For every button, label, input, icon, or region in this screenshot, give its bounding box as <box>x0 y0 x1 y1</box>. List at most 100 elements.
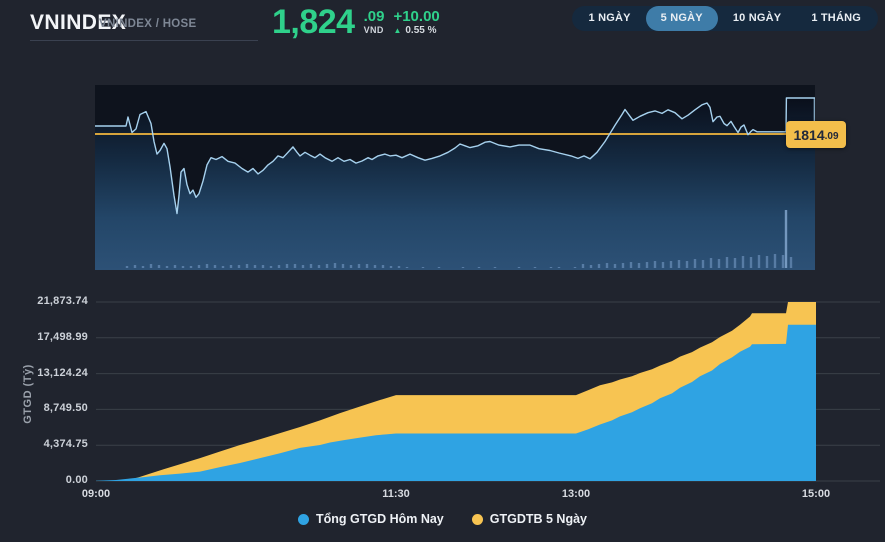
volume-bar <box>494 267 496 268</box>
volume-bar <box>286 264 288 268</box>
volume-bar <box>766 256 768 268</box>
volume-bar <box>785 210 787 268</box>
y-tick-label: 13,124.24 <box>0 367 88 379</box>
traded-value-chart[interactable] <box>96 300 885 495</box>
value-axis-title: GTGD (Tỷ) <box>22 354 34 434</box>
volume-bar <box>534 267 536 268</box>
volume-bar <box>646 262 648 268</box>
volume-bar <box>302 265 304 268</box>
volume-bar <box>190 266 192 268</box>
range-button-1-ngày[interactable]: 1 NGÀY <box>574 6 646 31</box>
price-change-percent: 0.55 % <box>405 25 436 36</box>
range-button-5-ngày[interactable]: 5 NGÀY <box>646 6 718 31</box>
volume-bar <box>134 265 136 268</box>
x-tick-label: 09:00 <box>66 488 126 500</box>
volume-bar <box>662 262 664 268</box>
symbol-exchange-label: VNINDEX / HOSE <box>99 18 197 30</box>
volume-bar <box>726 257 728 268</box>
volume-bar <box>406 267 408 268</box>
chart-legend: Tổng GTGD Hôm Nay GTGDTB 5 Ngày <box>0 512 885 526</box>
volume-bar <box>206 264 208 268</box>
y-tick-label: 8,749.50 <box>0 402 88 414</box>
volume-bar <box>142 266 144 268</box>
volume-bar <box>254 265 256 268</box>
volume-bar <box>686 261 688 268</box>
volume-bar <box>614 264 616 268</box>
volume-bar <box>382 265 384 268</box>
reference-price-int: 1814 <box>793 127 824 143</box>
volume-bar <box>718 259 720 268</box>
volume-bar <box>390 266 392 268</box>
volume-bar <box>246 264 248 268</box>
time-axis: 09:0011:3013:0015:00 <box>0 488 885 504</box>
y-tick-label: 17,498.99 <box>0 331 88 343</box>
volume-bar <box>198 265 200 268</box>
volume-bar <box>630 262 632 268</box>
volume-bar <box>742 256 744 268</box>
volume-bar <box>750 257 752 268</box>
range-button-1-tháng[interactable]: 1 THÁNG <box>796 6 876 31</box>
volume-bar <box>582 264 584 268</box>
volume-bar <box>126 266 128 268</box>
volume-bar <box>654 261 656 268</box>
volume-bar <box>366 264 368 268</box>
last-price-decimals: .09 <box>364 9 385 24</box>
volume-bar <box>222 266 224 268</box>
volume-bar <box>422 267 424 268</box>
volume-bar <box>374 265 376 268</box>
volume-bar <box>158 265 160 268</box>
legend-dot-icon <box>472 514 483 525</box>
volume-bar <box>278 265 280 268</box>
legend-dot-icon <box>298 514 309 525</box>
volume-bar <box>350 265 352 268</box>
time-range-button-group: 1 NGÀY5 NGÀY10 NGÀY1 THÁNG <box>572 6 878 31</box>
price-chart[interactable] <box>95 85 815 270</box>
volume-bar <box>462 267 464 268</box>
legend-label: GTGDTB 5 Ngày <box>490 512 587 526</box>
x-tick-label: 11:30 <box>366 488 426 500</box>
volume-bar <box>558 267 560 268</box>
volume-bar <box>734 258 736 268</box>
volume-bar <box>622 263 624 268</box>
y-tick-label: 21,873.74 <box>0 295 88 307</box>
volume-bar <box>270 266 272 268</box>
y-tick-label: 0.00 <box>0 474 88 486</box>
volume-bar <box>174 265 176 268</box>
currency-label: VND <box>364 25 385 35</box>
last-price: 1,824 <box>272 6 355 38</box>
volume-bar <box>710 258 712 268</box>
volume-bar <box>638 263 640 268</box>
volume-bar <box>214 265 216 268</box>
volume-bar <box>166 266 168 268</box>
legend-item[interactable]: GTGDTB 5 Ngày <box>472 512 587 526</box>
up-arrow-icon: ▲ <box>393 27 401 35</box>
volume-bar <box>230 265 232 268</box>
volume-bar <box>150 264 152 268</box>
range-button-10-ngày[interactable]: 10 NGÀY <box>718 6 796 31</box>
volume-bar <box>182 266 184 268</box>
legend-label: Tổng GTGD Hôm Nay <box>316 512 444 526</box>
price-block: 1,824 .09 VND +10.00 ▲ 0.55 % <box>272 6 440 38</box>
volume-bar <box>326 264 328 268</box>
volume-bar <box>574 267 576 268</box>
volume-bar <box>782 255 784 268</box>
volume-bar <box>550 267 552 268</box>
volume-bar <box>758 255 760 268</box>
volume-bar <box>606 263 608 268</box>
legend-item[interactable]: Tổng GTGD Hôm Nay <box>298 512 444 526</box>
volume-bar <box>318 265 320 268</box>
volume-bar <box>334 263 336 268</box>
volume-bar <box>694 259 696 268</box>
volume-bar <box>398 266 400 268</box>
value-axis: 0.004,374.758,749.5013,124.2417,498.9921… <box>0 300 90 500</box>
y-tick-label: 4,374.75 <box>0 438 88 450</box>
volume-bar <box>598 264 600 268</box>
volume-bar <box>478 267 480 268</box>
volume-bar <box>678 260 680 268</box>
volume-bar <box>438 267 440 268</box>
volume-bar <box>590 265 592 268</box>
volume-bar <box>262 265 264 268</box>
volume-bar <box>790 257 792 268</box>
volume-bar <box>310 264 312 268</box>
reference-price-tag: 1814.09 <box>786 121 846 148</box>
